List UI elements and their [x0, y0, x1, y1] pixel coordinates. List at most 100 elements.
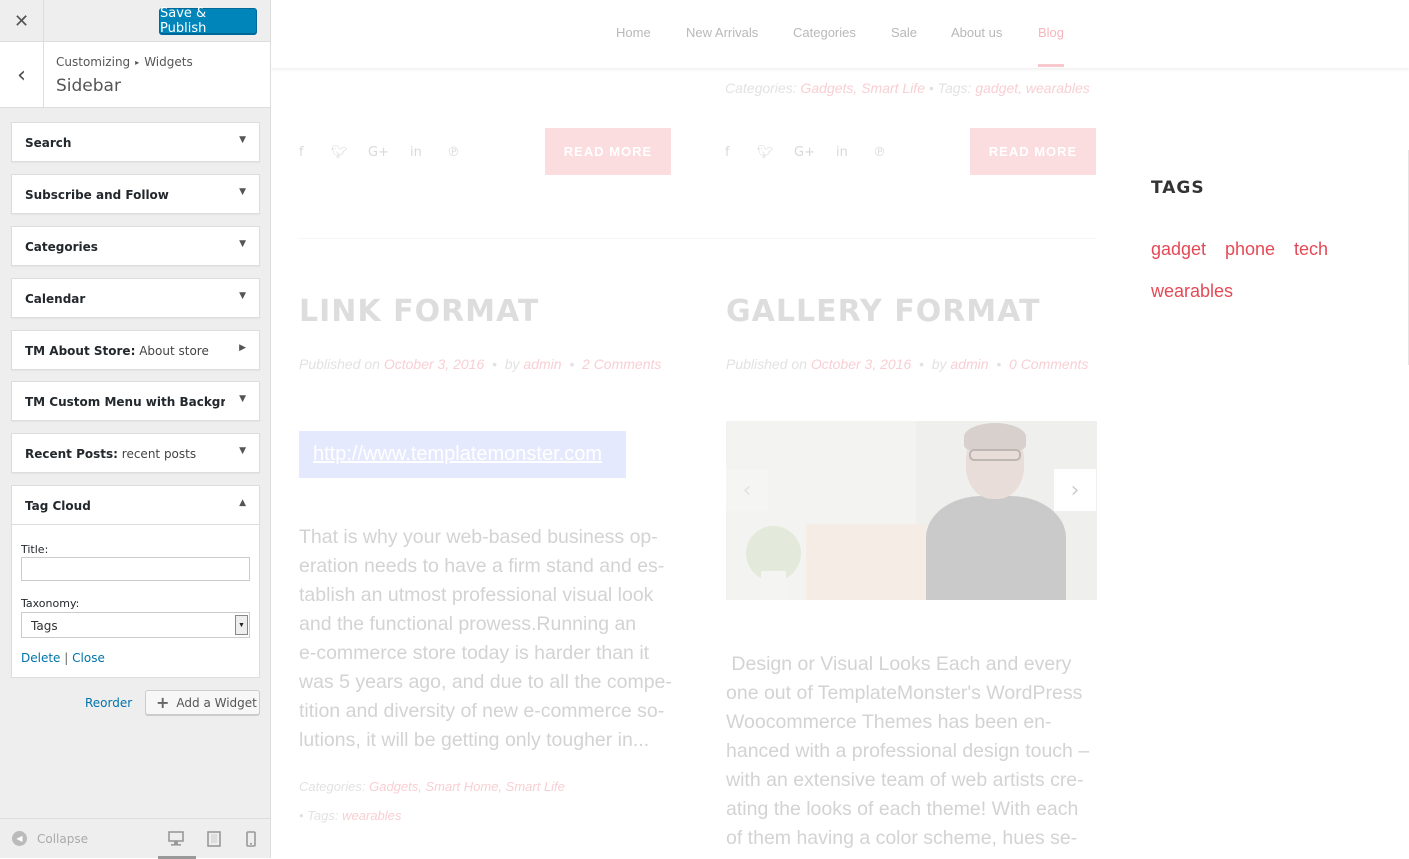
nav-item-new-arrivals[interactable]: New Arrivals — [686, 25, 758, 40]
widget-title: Categories — [25, 240, 98, 254]
desktop-preview-icon[interactable] — [168, 831, 184, 849]
widget-search[interactable]: Search ▼ — [11, 122, 260, 162]
post-author[interactable]: admin — [523, 356, 561, 372]
post-categories: Categories: Gadgets, Smart Home, Smart L… — [299, 779, 565, 794]
tags-links[interactable]: gadget, wearables — [975, 80, 1089, 96]
linkedin-icon[interactable]: in — [410, 145, 422, 160]
expand-arrow-icon[interactable]: ▼ — [239, 135, 246, 145]
twitter-icon[interactable]: 🐦︎ — [331, 145, 348, 160]
actions-separator: | — [64, 651, 69, 665]
breadcrumb-item: Customizing — [56, 55, 131, 69]
close-link[interactable]: Close — [72, 651, 105, 665]
collapsed-arrow-icon[interactable]: ▶ — [239, 343, 246, 353]
expand-arrow-icon[interactable]: ▼ — [239, 239, 246, 249]
meta-dot: • — [992, 356, 1006, 372]
save-publish-button[interactable]: Save & Publish — [159, 6, 257, 36]
meta-dot: • — [565, 356, 579, 372]
meta-dot: • — [299, 808, 304, 823]
expand-arrow-icon[interactable]: ▼ — [239, 187, 246, 197]
post-title[interactable]: GALLERY FORMAT — [726, 294, 1041, 329]
linkedin-icon[interactable]: in — [836, 145, 848, 160]
expand-arrow-icon[interactable]: ▼ — [239, 394, 246, 404]
tags-label: Tags: — [307, 808, 339, 823]
pot-shape — [761, 571, 786, 600]
nav-item-about-us[interactable]: About us — [951, 25, 1002, 40]
categories-links[interactable]: Gadgets, Smart Life — [800, 80, 925, 96]
google-plus-icon[interactable]: G+ — [794, 145, 815, 160]
tag-link[interactable]: wearables — [1151, 281, 1233, 302]
tag-link[interactable]: tech — [1294, 239, 1328, 260]
post-date[interactable]: October 3, 2016 — [811, 356, 911, 372]
nav-item-sale[interactable]: Sale — [891, 25, 917, 40]
post-comments[interactable]: 0 Comments — [1009, 356, 1088, 372]
widget-subtitle: recent posts — [121, 447, 197, 461]
breadcrumb: Customizing ▸ Widgets — [56, 55, 193, 69]
add-widget-button[interactable]: + Add a Widget — [145, 690, 260, 715]
meta-dot: • — [915, 356, 928, 372]
widget-title: Recent Posts: — [25, 447, 118, 461]
chevron-left-icon[interactable]: ‹ — [726, 469, 768, 511]
post-author[interactable]: admin — [950, 356, 988, 372]
active-nav-indicator — [1038, 64, 1064, 67]
back-arrow-icon[interactable]: ‹ — [0, 42, 44, 108]
widget-title: Calendar — [25, 292, 86, 306]
widget-calendar[interactable]: Calendar ▼ — [11, 278, 260, 318]
facebook-icon[interactable]: f — [299, 145, 304, 160]
twitter-icon[interactable]: 🐦︎ — [757, 145, 774, 160]
widget-tm-custom-menu[interactable]: TM Custom Menu with Backgrou... ▼ — [11, 381, 260, 421]
taxonomy-select[interactable]: Tags ▼ — [21, 612, 250, 638]
close-icon[interactable]: ✕ — [0, 0, 44, 42]
tag-link[interactable]: gadget — [1151, 239, 1206, 260]
collapse-button[interactable]: ◀ Collapse — [12, 831, 88, 846]
nav-item-home[interactable]: Home — [616, 25, 651, 40]
widget-actions: Delete | Close — [21, 651, 105, 665]
gallery-slider[interactable]: ‹ › — [726, 421, 1097, 600]
post-meta: Published on October 3, 2016 • by admin … — [299, 356, 661, 372]
post-excerpt: Design or Visual Looks Each and every on… — [726, 653, 1090, 849]
post-comments[interactable]: 2 Comments — [582, 356, 661, 372]
widget-subtitle: About store — [139, 344, 209, 358]
divider — [299, 238, 1097, 239]
collapse-arrow-icon: ◀ — [12, 831, 27, 846]
post-date[interactable]: October 3, 2016 — [384, 356, 484, 372]
dropdown-arrow-icon[interactable]: ▼ — [235, 615, 248, 635]
tags-widget-title: TAGS — [1151, 178, 1205, 198]
widget-categories[interactable]: Categories ▼ — [11, 226, 260, 266]
reorder-link[interactable]: Reorder — [85, 696, 132, 710]
tablet-preview-icon[interactable] — [207, 831, 221, 850]
tag-link[interactable]: phone — [1225, 239, 1275, 260]
post-title[interactable]: LINK FORMAT — [299, 294, 539, 329]
nav-item-categories[interactable]: Categories — [793, 25, 856, 40]
widget-recent-posts[interactable]: Recent Posts: recent posts ▼ — [11, 433, 260, 473]
person-hair-shape — [964, 423, 1026, 451]
google-plus-icon[interactable]: G+ — [368, 145, 389, 160]
title-input[interactable] — [21, 557, 250, 581]
expand-arrow-icon[interactable]: ▼ — [239, 291, 246, 301]
mobile-preview-icon[interactable] — [246, 831, 256, 850]
tags-links[interactable]: wearables — [342, 808, 401, 823]
customizer-header: ✕ Save & Publish — [0, 0, 270, 42]
title-label: Title: — [21, 543, 49, 556]
read-more-button[interactable]: READ MORE — [970, 128, 1096, 175]
post-meta-categories-tags: Categories: Gadgets, Smart Life • Tags: … — [725, 80, 1090, 96]
nav-item-blog[interactable]: Blog — [1038, 25, 1064, 40]
categories-links[interactable]: Gadgets, Smart Home, Smart Life — [369, 779, 565, 794]
chevron-right-icon[interactable]: › — [1054, 469, 1096, 511]
pinterest-icon[interactable]: ℗ — [447, 145, 460, 160]
widget-tm-about-store[interactable]: TM About Store: About store ▶ — [11, 330, 260, 370]
post-excerpt: That is why your web-based business op- … — [299, 526, 672, 751]
main-nav: Home New Arrivals Categories Sale About … — [271, 0, 1409, 68]
facebook-icon[interactable]: f — [725, 145, 730, 160]
customizer-footer: ◀ Collapse — [0, 818, 270, 859]
read-more-button[interactable]: READ MORE — [545, 128, 671, 175]
published-label: Published on — [726, 356, 807, 372]
widget-tag-cloud[interactable]: Tag Cloud ▲ — [11, 485, 260, 525]
delete-link[interactable]: Delete — [21, 651, 60, 665]
expand-arrow-icon[interactable]: ▼ — [239, 446, 246, 456]
pinterest-icon[interactable]: ℗ — [873, 145, 886, 160]
post-tags: • Tags: wearables — [299, 808, 401, 823]
meta-dot: • — [928, 80, 934, 96]
collapse-arrow-icon[interactable]: ▲ — [239, 498, 246, 508]
widget-subscribe-follow[interactable]: Subscribe and Follow ▼ — [11, 174, 260, 214]
post-link[interactable]: http://www.templatemonster.com — [313, 443, 602, 466]
